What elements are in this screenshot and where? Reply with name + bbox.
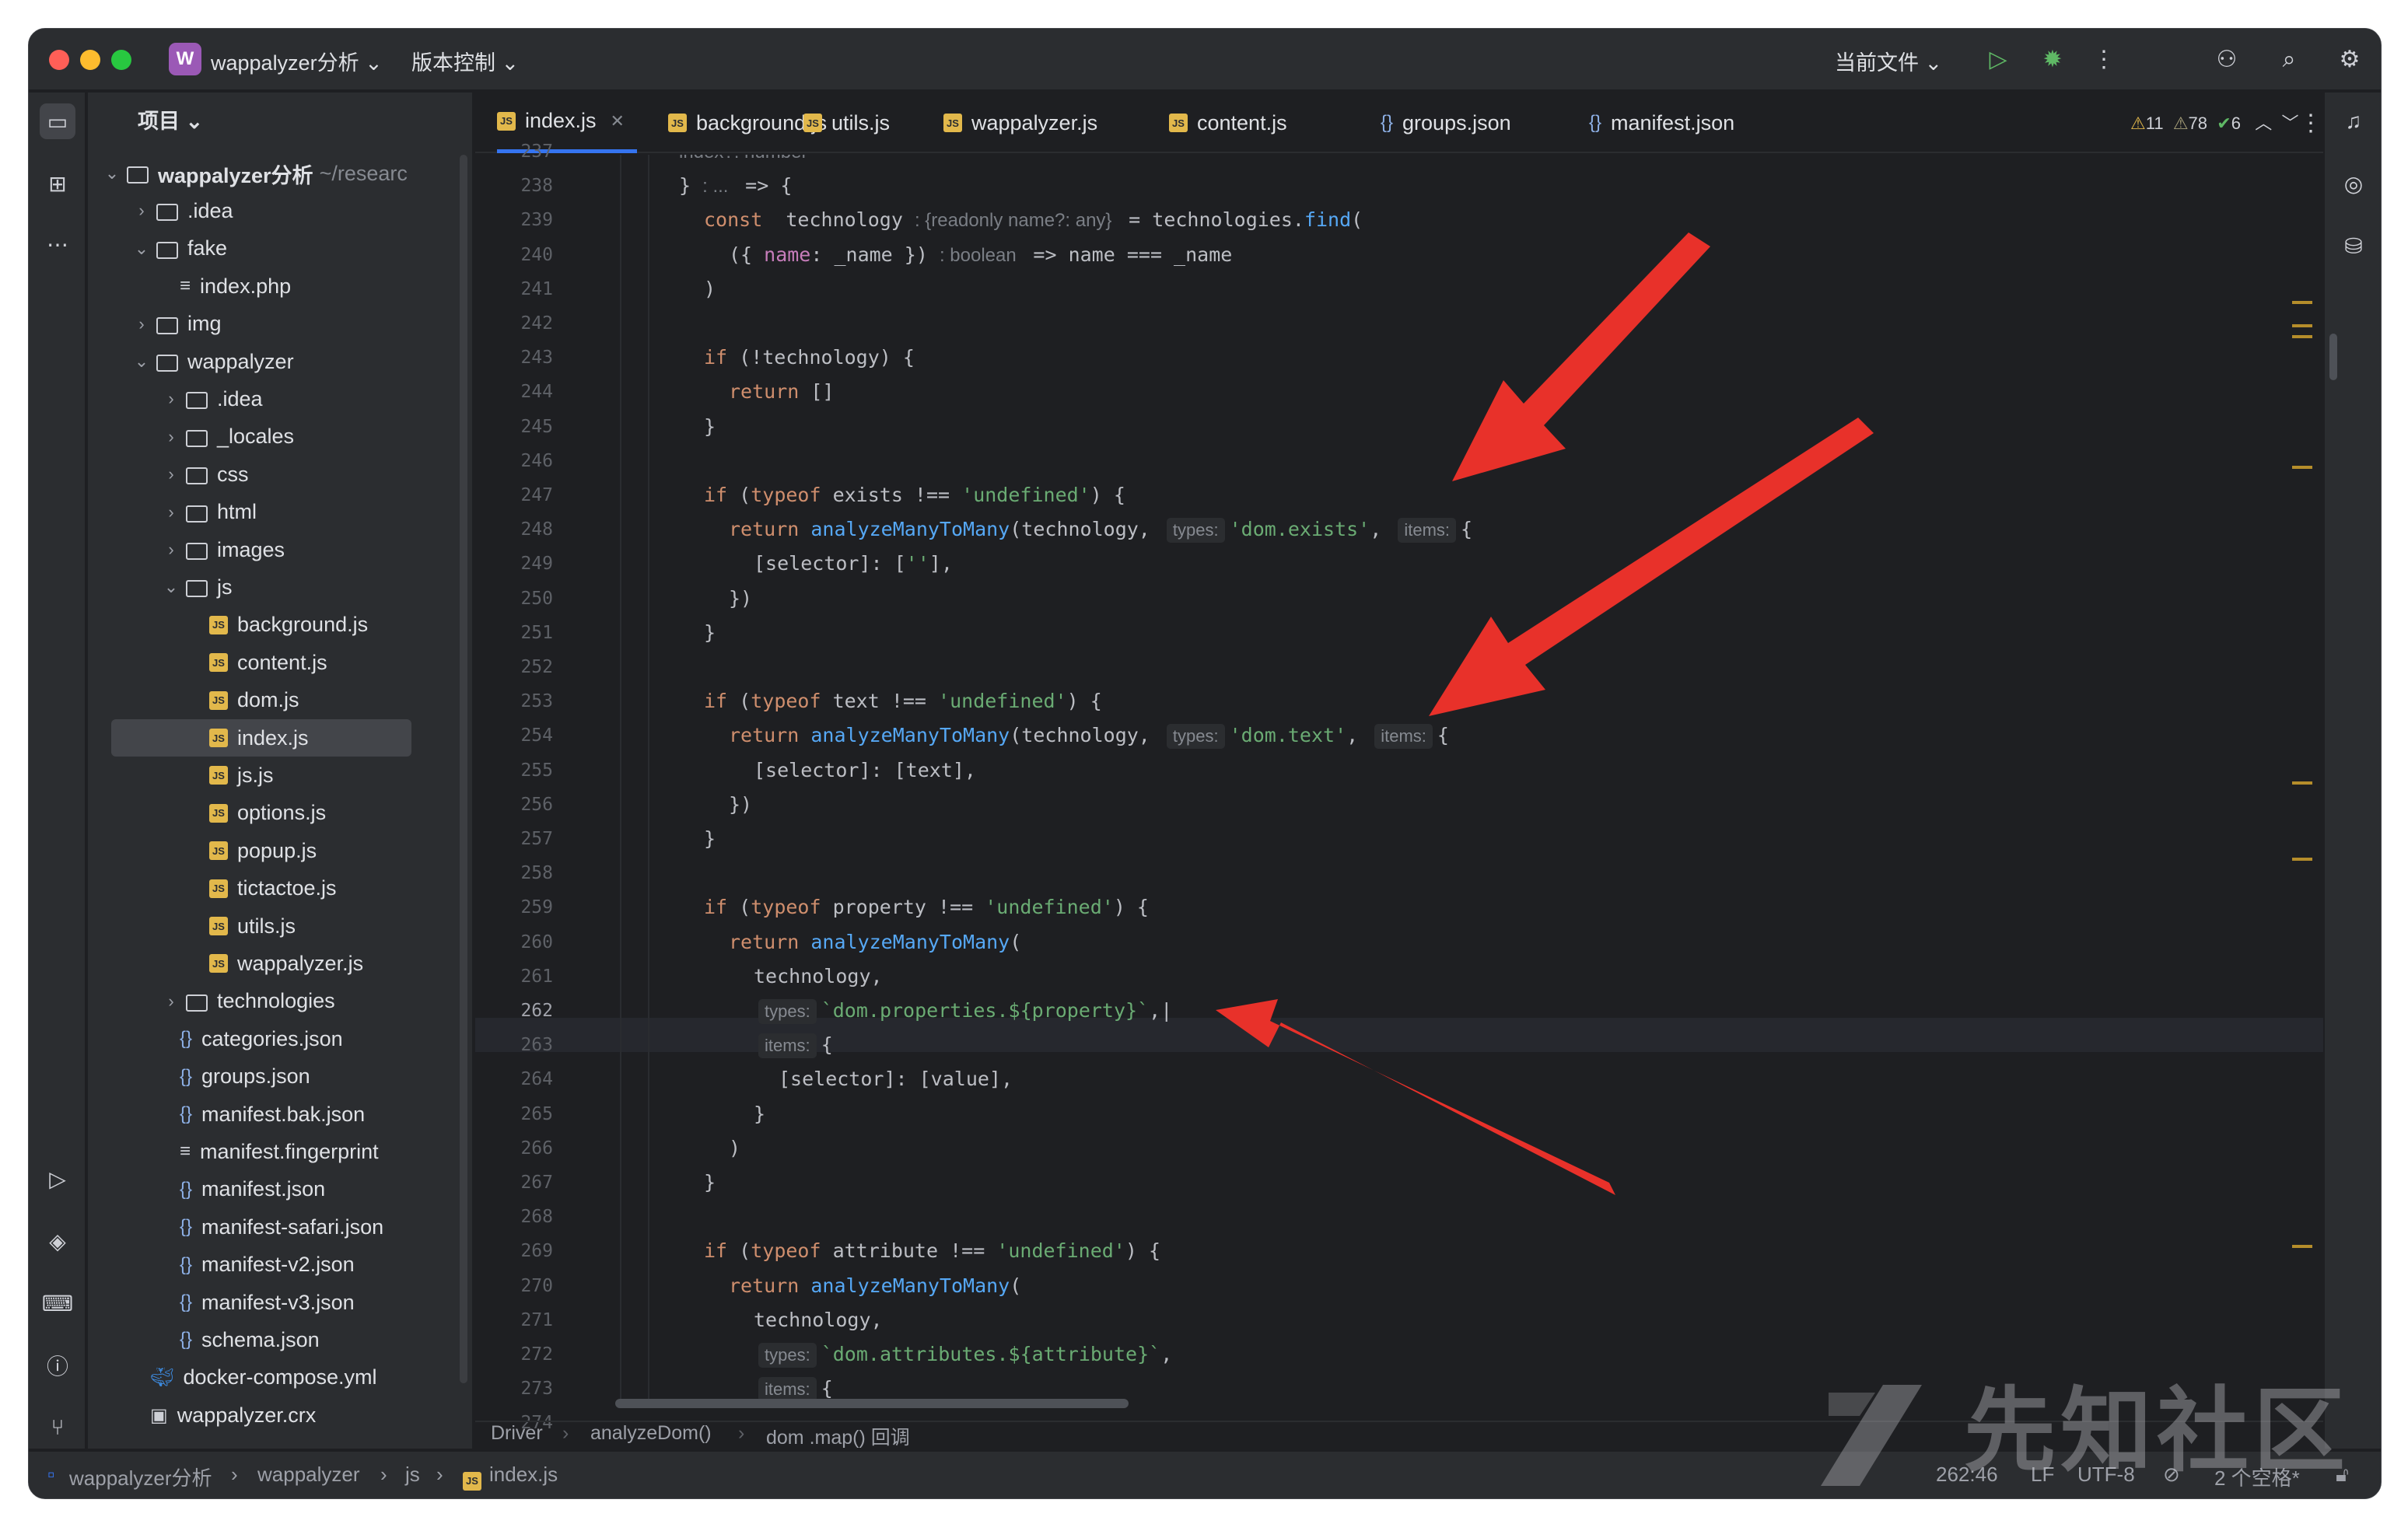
annotation-arrows [1216, 232, 1874, 1195]
annotation-arrow-1 [1452, 232, 1710, 481]
ide-window: W wappalyzer分析 ⌄ 版本控制 ⌄ 当前文件 ⌄ ▷ ✹ ⋮ ⚇ ⌕… [28, 28, 2382, 1499]
annotation-arrow-3 [1216, 999, 1615, 1195]
